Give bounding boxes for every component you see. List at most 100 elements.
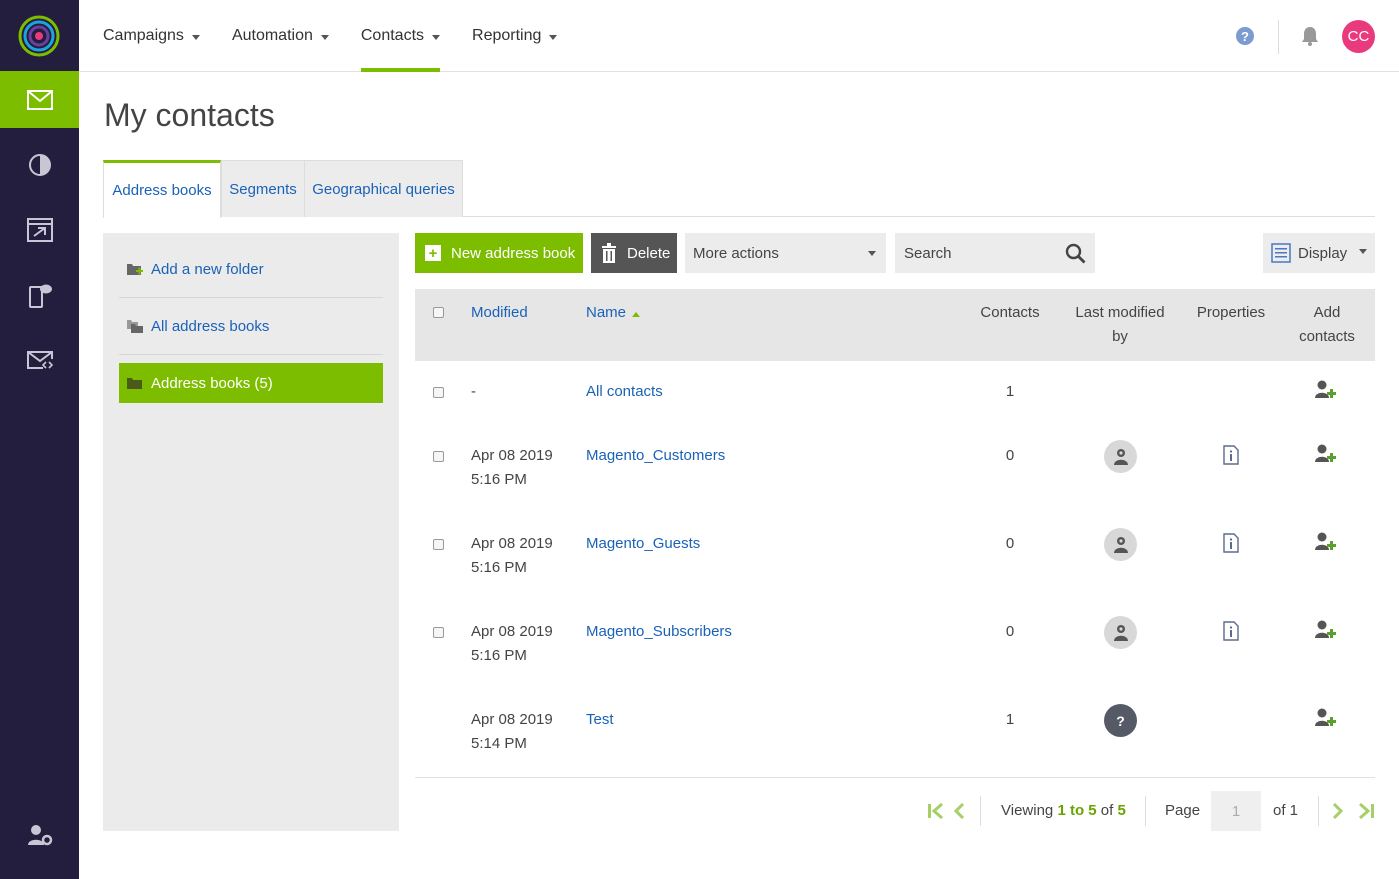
menu-label: Reporting [472, 27, 542, 44]
modified-cell: Apr 08 2019 5:16 PM [471, 620, 553, 668]
page-count: of 1 [1273, 802, 1299, 819]
menu-automation[interactable]: Automation [232, 0, 329, 72]
sidebar-item-label: Add a new folder [151, 260, 264, 278]
modified-time: 5:16 PM [471, 471, 527, 488]
caret-down-icon [868, 251, 876, 256]
last-page-icon[interactable] [1357, 803, 1375, 819]
caret-down-icon [191, 34, 200, 40]
menu-campaigns[interactable]: Campaigns [103, 0, 200, 72]
menu-contacts[interactable]: Contacts [360, 0, 441, 72]
more-actions-dropdown[interactable]: More actions [685, 233, 886, 273]
add-contact-icon[interactable] [1315, 379, 1337, 401]
list-view-icon [1271, 243, 1291, 263]
address-book-link[interactable]: Test [586, 711, 614, 728]
pager-label: Viewing [1001, 802, 1054, 819]
column-header-label: contacts [1299, 328, 1355, 345]
properties-info-icon[interactable] [1223, 445, 1239, 465]
address-book-link[interactable]: Magento_Guests [586, 535, 700, 552]
name-cell: Test [586, 708, 614, 732]
tab-label: Address books [112, 182, 212, 199]
select-all-checkbox[interactable] [433, 307, 444, 318]
add-folder-link[interactable]: Add a new folder [119, 249, 383, 289]
column-name[interactable]: Name [586, 301, 641, 325]
contacts-count: 1 [1005, 383, 1015, 400]
next-page-icon[interactable] [1332, 803, 1344, 819]
help-icon[interactable]: ? [1236, 27, 1254, 45]
dropdown-label: More actions [693, 244, 779, 262]
contacts-count-cell: 0 [970, 444, 1050, 468]
previous-page-icon[interactable] [953, 803, 965, 819]
tab-address-books[interactable]: Address books [103, 160, 221, 218]
column-header-label[interactable]: Modified [471, 304, 528, 321]
row-checkbox[interactable] [433, 387, 444, 398]
rail-email-campaigns[interactable] [0, 71, 79, 128]
rail-automation[interactable] [0, 201, 79, 258]
contacts-count-cell: 0 [970, 620, 1050, 644]
address-book-link[interactable]: Magento_Subscribers [586, 623, 732, 640]
row-checkbox[interactable] [433, 627, 444, 638]
rail-sms[interactable] [0, 266, 79, 323]
nav-divider [1278, 20, 1279, 54]
modified-cell: Apr 08 2019 5:16 PM [471, 444, 553, 492]
bell-icon[interactable] [1301, 26, 1319, 46]
user-avatar[interactable]: CC [1342, 20, 1375, 53]
rail-reporting[interactable] [0, 136, 79, 193]
page-number-input[interactable]: 1 [1211, 791, 1261, 831]
new-address-book-button[interactable]: + New address book [415, 233, 583, 273]
caret-down-icon [320, 34, 329, 40]
add-contact-icon[interactable] [1315, 531, 1337, 553]
column-add-contacts: Add contacts [1287, 301, 1367, 349]
all-address-books-link[interactable]: All address books [119, 306, 383, 346]
tab-segments[interactable]: Segments [221, 160, 305, 217]
trash-icon [602, 243, 616, 263]
pager-range-value: 1 to 5 [1057, 802, 1097, 819]
modified-cell: Apr 08 2019 5:14 PM [471, 708, 553, 756]
address-books-folder[interactable]: Address books (5) [119, 363, 383, 403]
menu-reporting[interactable]: Reporting [472, 0, 558, 72]
sidebar-divider [119, 297, 383, 298]
name-cell: Magento_Customers [586, 444, 725, 468]
row-checkbox[interactable] [433, 451, 444, 462]
rail-account-settings[interactable] [0, 806, 79, 863]
display-options-dropdown[interactable]: Display [1263, 233, 1375, 273]
pager-range: Viewing 1 to 5 of 5 [1001, 800, 1126, 822]
sidebar-item-label: All address books [151, 317, 270, 335]
delete-button[interactable]: Delete [591, 233, 677, 273]
button-label: New address book [451, 244, 576, 262]
column-contacts: Contacts [970, 301, 1050, 325]
rail-templates[interactable] [0, 331, 79, 388]
plus-icon: + [425, 245, 441, 262]
pie-chart-icon [28, 153, 51, 176]
add-contact-icon[interactable] [1315, 443, 1337, 465]
table-divider [415, 777, 1375, 778]
pager-total-value: 5 [1117, 802, 1126, 819]
tab-label: Segments [229, 180, 297, 198]
modified-cell: Apr 08 2019 5:16 PM [471, 532, 553, 580]
top-navigation: Campaigns Automation Contacts Reporting … [79, 0, 1399, 72]
unknown-user-label: ? [1116, 712, 1125, 729]
contacts-count: 0 [1005, 447, 1015, 464]
table-row: - All contacts 1 [415, 377, 1375, 441]
add-contact-icon[interactable] [1315, 619, 1337, 641]
envelope-icon [26, 89, 53, 110]
address-book-link[interactable]: All contacts [586, 383, 663, 400]
caret-down-icon [432, 34, 441, 40]
contacts-count: 0 [1005, 623, 1015, 640]
properties-info-icon[interactable] [1223, 621, 1239, 641]
modified-cell: - [471, 380, 476, 404]
add-contact-icon[interactable] [1315, 707, 1337, 729]
column-header-label[interactable]: Name [586, 304, 626, 321]
pager-divider [1318, 796, 1319, 826]
properties-info-icon[interactable] [1223, 533, 1239, 553]
tab-geographical-queries[interactable]: Geographical queries [304, 160, 463, 217]
mobile-chat-icon [28, 284, 52, 308]
page-title: My contacts [104, 97, 275, 133]
table-row: Apr 08 2019 5:16 PM Magento_Subscribers … [415, 616, 1375, 681]
modified-time: 5:16 PM [471, 559, 527, 576]
first-page-icon[interactable] [927, 803, 945, 819]
column-modified[interactable]: Modified [471, 301, 528, 325]
address-book-link[interactable]: Magento_Customers [586, 447, 725, 464]
search-icon[interactable] [1065, 243, 1086, 264]
app-logo-icon[interactable] [18, 15, 60, 57]
row-checkbox[interactable] [433, 539, 444, 550]
